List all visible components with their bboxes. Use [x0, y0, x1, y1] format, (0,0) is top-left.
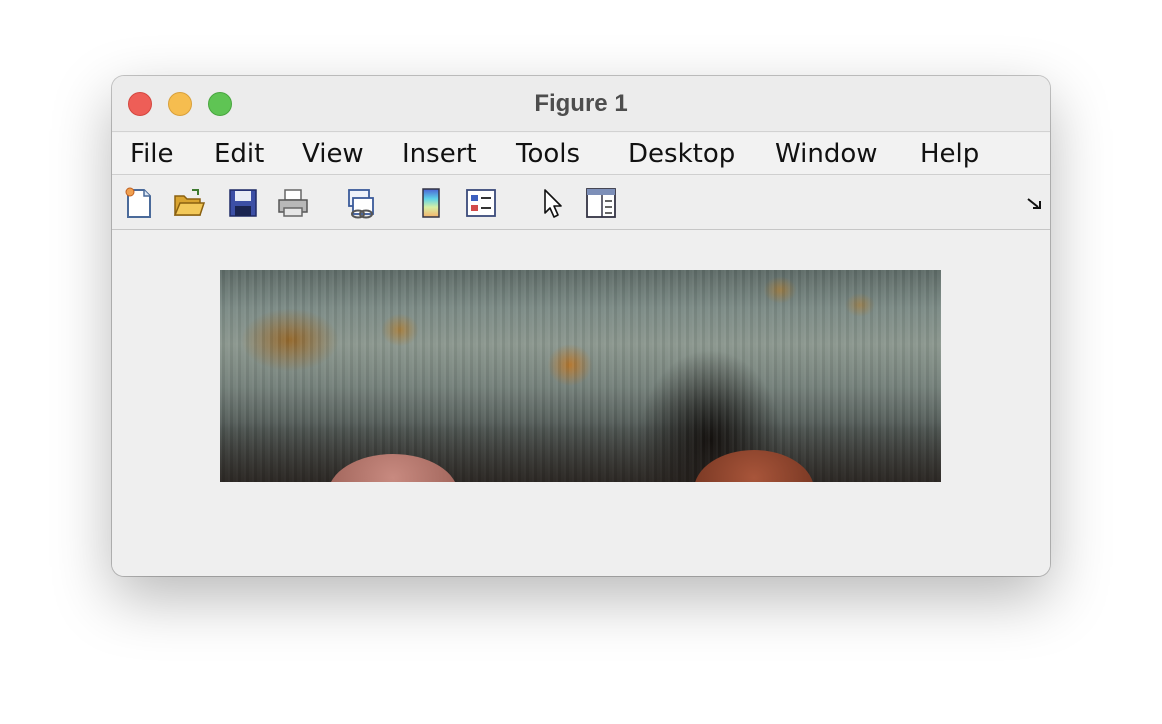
menu-help[interactable]: Help [920, 139, 979, 169]
figure-canvas[interactable] [112, 231, 1050, 576]
open-file-icon [173, 189, 206, 216]
edit-plot-pointer-icon [544, 189, 562, 218]
menu-insert[interactable]: Insert [402, 139, 477, 169]
figure-window: Figure 1 File Edit View Insert Tools Des… [112, 76, 1050, 576]
insert-colorbar-button[interactable] [414, 186, 448, 220]
open-file-button[interactable] [172, 186, 206, 220]
menu-view[interactable]: View [302, 139, 364, 169]
property-inspector-button[interactable] [584, 186, 618, 220]
menu-window[interactable]: Window [775, 139, 878, 169]
link-plot-button[interactable] [344, 186, 378, 220]
image-shadow [220, 422, 941, 482]
menu-edit[interactable]: Edit [214, 139, 264, 169]
new-figure-button[interactable] [122, 186, 156, 220]
save-figure-button[interactable] [226, 186, 260, 220]
save-figure-icon [229, 189, 257, 217]
insert-colorbar-icon [422, 188, 440, 218]
window-title: Figure 1 [534, 90, 628, 117]
property-inspector-icon [586, 188, 616, 218]
menu-bar: File Edit View Insert Tools Desktop Wind… [112, 133, 1050, 175]
new-figure-icon [125, 187, 151, 218]
insert-legend-icon [466, 189, 496, 217]
title-bar[interactable]: Figure 1 [112, 76, 1050, 132]
dock-arrow-icon [1027, 198, 1041, 209]
image-display[interactable] [220, 270, 941, 482]
menu-file[interactable]: File [130, 139, 174, 169]
dock-figure-button[interactable] [1026, 196, 1044, 212]
print-figure-icon [278, 189, 308, 217]
menu-tools[interactable]: Tools [516, 139, 580, 169]
print-figure-button[interactable] [276, 186, 310, 220]
insert-legend-button[interactable] [464, 186, 498, 220]
edit-plot-button[interactable] [536, 186, 570, 220]
menu-desktop[interactable]: Desktop [628, 139, 735, 169]
figure-toolbar [112, 176, 1050, 230]
link-plot-icon [348, 189, 374, 219]
